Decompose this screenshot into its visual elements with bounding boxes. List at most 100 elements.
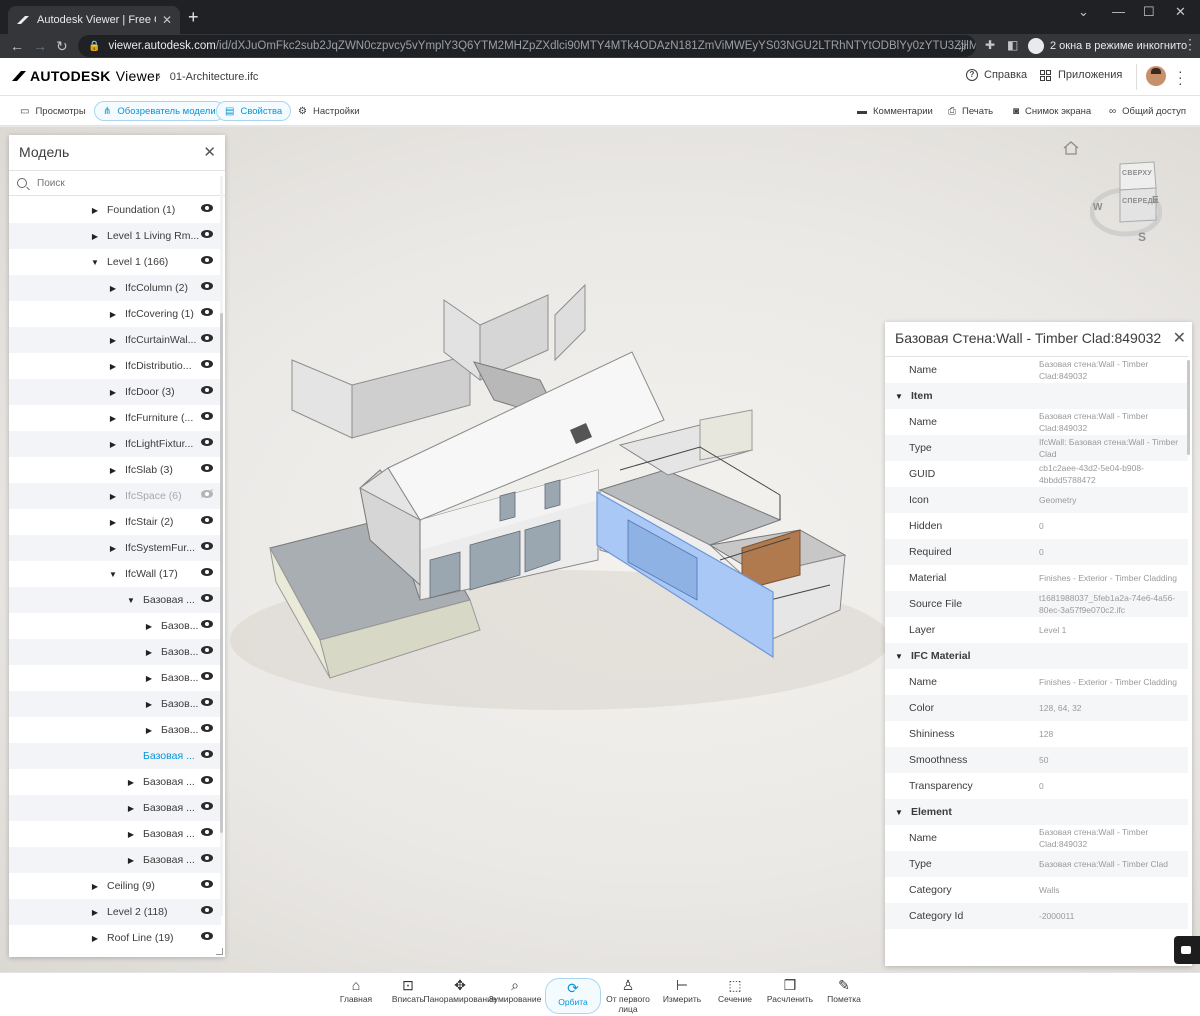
eye-icon[interactable] <box>201 360 213 368</box>
eye-icon[interactable] <box>201 282 213 290</box>
caret-right-icon[interactable]: ▶ <box>91 232 99 241</box>
zoom-tool-button[interactable]: ⌕ Зумирование <box>487 976 543 1016</box>
tree-row[interactable]: ▶ Базов... <box>9 613 221 639</box>
autodesk-logo[interactable]: AUTODESK Viewer <box>12 68 160 84</box>
feedback-button[interactable] <box>1174 936 1200 964</box>
back-icon[interactable]: ← <box>10 37 24 55</box>
tree-row[interactable]: ▶ IfcStair (2) <box>9 509 221 535</box>
print-button[interactable]: ⎙ Печать <box>940 101 1001 121</box>
property-category[interactable]: ▼ IFC Material <box>885 643 1188 669</box>
minimize-icon[interactable]: — <box>1112 4 1125 19</box>
tree-row[interactable]: ▶ IfcDoor (3) <box>9 379 221 405</box>
compass-east[interactable]: E <box>1152 195 1159 206</box>
eye-icon[interactable] <box>201 412 213 420</box>
tree-row[interactable]: ▶ IfcColumn (2) <box>9 275 221 301</box>
tree-row[interactable]: ▶ Базов... <box>9 665 221 691</box>
tree-row[interactable]: ▶ Roof Line (19) <box>9 925 221 949</box>
properties-scrollbar[interactable] <box>1187 360 1190 455</box>
caret-down-icon[interactable]: ▼ <box>895 652 903 661</box>
new-tab-button[interactable]: + <box>188 8 199 26</box>
caret-right-icon[interactable]: ▶ <box>145 700 153 709</box>
tree-row[interactable]: ▶ Базов... <box>9 691 221 717</box>
model-search-input[interactable] <box>37 177 197 189</box>
measure-tool-button[interactable]: ⊢ Измерить <box>654 976 710 1016</box>
caret-right-icon[interactable]: ▶ <box>145 674 153 683</box>
first-person-tool-button[interactable]: ♙ От первого лица <box>600 976 656 1016</box>
help-link[interactable]: ? Справка <box>966 69 1027 81</box>
extensions-icon[interactable]: ✚ <box>985 38 995 52</box>
eye-icon[interactable] <box>201 386 213 394</box>
tree-row[interactable]: ▶ Ceiling (9) <box>9 873 221 899</box>
eye-off-icon[interactable] <box>201 490 213 498</box>
tree-row[interactable]: ▶ Базовая ... <box>9 847 221 873</box>
properties-button[interactable]: ▤ Свойства <box>216 101 292 121</box>
eye-icon[interactable] <box>201 932 213 940</box>
caret-down-icon[interactable]: ▼ <box>895 392 903 401</box>
tree-row[interactable]: ▶ Базов... <box>9 717 221 743</box>
eye-icon[interactable] <box>201 646 213 654</box>
caret-right-icon[interactable]: ▶ <box>91 206 99 215</box>
caret-down-icon[interactable]: ▼ <box>109 570 117 579</box>
tree-row[interactable]: ▶ Базовая ... <box>9 821 221 847</box>
orbit-tool-button[interactable]: ⟳ Орбита <box>545 978 601 1014</box>
caret-down-icon[interactable]: ▼ <box>127 596 135 605</box>
url-field[interactable]: 🔒 viewer.autodesk.com /id/dXJuOmFkc2sub2… <box>78 35 976 57</box>
caret-right-icon[interactable]: ▶ <box>127 830 135 839</box>
eye-icon[interactable] <box>201 698 213 706</box>
comments-button[interactable]: ▬ Комментарии <box>849 101 941 121</box>
caret-right-icon[interactable]: ▶ <box>127 804 135 813</box>
tree-row[interactable]: ▶ Level 1 Living Rm... <box>9 223 221 249</box>
caret-right-icon[interactable]: ▶ <box>91 934 99 943</box>
tree-row[interactable]: ▶ IfcSpace (6) <box>9 483 221 509</box>
caret-right-icon[interactable]: ▶ <box>109 440 117 449</box>
viewcube-top-label[interactable]: СВЕРХУ <box>1122 170 1152 177</box>
screenshot-button[interactable]: ◙ Снимок экрана <box>1005 101 1099 121</box>
caret-right-icon[interactable]: ▶ <box>109 414 117 423</box>
bookmark-star-icon[interactable]: ☆ <box>956 38 968 54</box>
eye-icon[interactable] <box>201 802 213 810</box>
breadcrumb[interactable]: › 01-Architecture.ifc <box>157 71 258 83</box>
markup-tool-button[interactable]: ✎ Пометка <box>816 976 872 1016</box>
model-browser-button[interactable]: ⋔ Обозреватель модели <box>94 101 225 121</box>
tree-row[interactable]: ▶ IfcCovering (1) <box>9 301 221 327</box>
caret-right-icon[interactable]: ▶ <box>109 518 117 527</box>
tree-row[interactable]: ▶ IfcSystemFur... <box>9 535 221 561</box>
caret-right-icon[interactable]: ▶ <box>109 544 117 553</box>
tree-row[interactable]: ▼ Базовая ... <box>9 587 221 613</box>
close-icon[interactable]: ✕ <box>203 143 216 161</box>
caret-down-icon[interactable]: ▼ <box>895 808 903 817</box>
caret-right-icon[interactable]: ▶ <box>109 362 117 371</box>
eye-icon[interactable] <box>201 594 213 602</box>
reload-icon[interactable]: ↻ <box>56 37 68 55</box>
eye-icon[interactable] <box>201 308 213 316</box>
more-menu-icon[interactable]: · · · <box>1178 64 1183 90</box>
tree-row[interactable]: Базовая ... <box>9 743 221 769</box>
property-category[interactable]: ▼ Item <box>885 383 1188 409</box>
caret-right-icon[interactable]: ▶ <box>127 856 135 865</box>
eye-icon[interactable] <box>201 750 213 758</box>
browser-menu-icon[interactable]: ⋮ <box>1183 36 1197 53</box>
eye-icon[interactable] <box>201 854 213 862</box>
share-button[interactable]: ∞ Общий доступ <box>1101 101 1194 121</box>
eye-icon[interactable] <box>201 204 213 212</box>
eye-icon[interactable] <box>201 828 213 836</box>
caret-right-icon[interactable]: ▶ <box>145 726 153 735</box>
caret-right-icon[interactable]: ▶ <box>109 310 117 319</box>
caret-right-icon[interactable]: ▶ <box>91 908 99 917</box>
model-tree-scroll-thumb[interactable] <box>220 313 223 833</box>
eye-icon[interactable] <box>201 672 213 680</box>
sidepanel-icon[interactable]: ◧ <box>1007 38 1018 52</box>
tree-row[interactable]: ▶ Базовая ... <box>9 769 221 795</box>
tree-row[interactable]: ▶ IfcSlab (3) <box>9 457 221 483</box>
caret-right-icon[interactable]: ▶ <box>109 492 117 501</box>
browser-tab[interactable]: Autodesk Viewer | Free Online Fi ✕ <box>8 6 180 34</box>
incognito-indicator[interactable]: 2 окна в режиме инкогнито <box>1028 36 1187 56</box>
caret-right-icon[interactable]: ▶ <box>109 466 117 475</box>
eye-icon[interactable] <box>201 568 213 576</box>
compass-west[interactable]: W <box>1093 202 1103 213</box>
eye-icon[interactable] <box>201 776 213 784</box>
property-category[interactable]: ▼ Element <box>885 799 1188 825</box>
tree-row[interactable]: ▶ IfcCurtainWal... <box>9 327 221 353</box>
maximize-icon[interactable]: ☐ <box>1143 4 1155 20</box>
viewcube[interactable]: СВЕРХУ СПЕРЕДИ W E S <box>1089 160 1163 250</box>
